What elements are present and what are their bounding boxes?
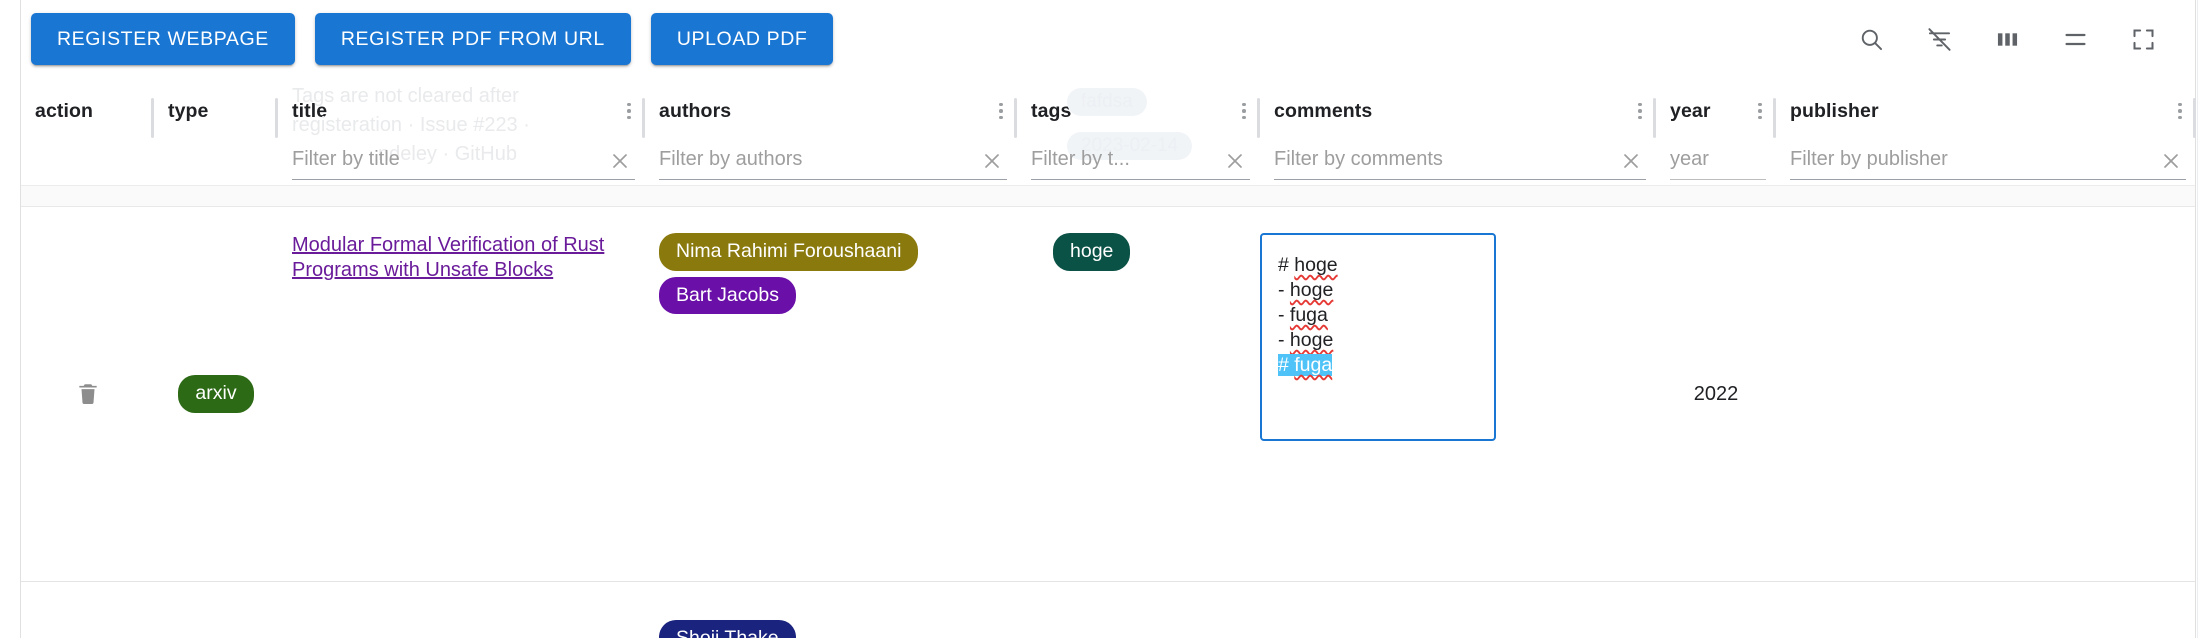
year-value: 2022 [1693, 382, 1739, 405]
cell-action [21, 207, 154, 581]
cell-title: Modular Formal Verification of Rust Prog… [278, 207, 645, 581]
comment-line: # hoge [1278, 254, 1338, 276]
clear-filter-title-icon[interactable] [605, 146, 635, 176]
register-webpage-button[interactable]: REGISTER WEBPAGE [31, 13, 295, 65]
column-header-comments: comments [1260, 78, 1656, 185]
grid-body: arxiv Modular Formal Verification of Rus… [21, 207, 2195, 638]
column-menu-year[interactable] [1750, 102, 1770, 120]
column-label-authors: authors [659, 99, 732, 122]
author-chip[interactable]: Nima Rahimi Foroushaani [659, 233, 919, 271]
filter-input-tags[interactable] [1031, 148, 1220, 179]
column-header-title: Tags are not cleared after registeration… [278, 78, 645, 185]
type-chip[interactable]: arxiv [178, 375, 254, 413]
upload-pdf-button[interactable]: UPLOAD PDF [650, 13, 834, 65]
cell-comments: # hoge - hoge - fuga - hoge # fuga [1260, 207, 1656, 581]
toolbar-actions: REGISTER WEBPAGE REGISTER PDF FROM URL U… [26, 13, 834, 65]
column-label-action: action [35, 99, 94, 122]
column-label-tags: tags [1031, 99, 1072, 122]
grid-right-edge [2197, 0, 2198, 638]
cell-publisher [1776, 207, 2195, 581]
cell-type [154, 582, 278, 638]
cell-year: 2022 [1656, 207, 1776, 581]
authors-chip-list: Shoji Thake [659, 620, 796, 638]
column-menu-tags[interactable] [1234, 102, 1254, 120]
filter-input-comments[interactable] [1274, 148, 1616, 179]
author-chip[interactable]: Shoji Thake [659, 620, 796, 638]
comment-line: - hoge [1278, 329, 1334, 351]
cell-authors: Shoji Thake [645, 582, 1017, 638]
column-header-year: year [1656, 78, 1776, 185]
author-chip[interactable]: Bart Jacobs [659, 276, 796, 314]
column-label-type: type [168, 99, 209, 122]
clear-filter-tags-icon[interactable] [1220, 146, 1250, 176]
title-link[interactable]: Modular Formal Verification of Rust Prog… [292, 233, 631, 283]
column-header-type: type [154, 78, 278, 185]
cell-title [278, 582, 645, 638]
comment-word: hoge [1289, 279, 1334, 301]
column-label-publisher: publisher [1790, 99, 1879, 122]
comment-word: fuga [1294, 354, 1333, 376]
trash-icon[interactable] [68, 374, 108, 414]
comment-line: - fuga [1278, 304, 1328, 326]
column-label-title: title [292, 99, 328, 122]
search-icon[interactable] [1851, 19, 1891, 59]
clear-filter-authors-icon[interactable] [977, 146, 1007, 176]
columns-icon[interactable] [1987, 19, 2027, 59]
cell-tags: hoge [1017, 207, 1260, 581]
column-menu-title[interactable] [619, 102, 639, 120]
column-menu-authors[interactable] [991, 102, 1011, 120]
data-grid-frame: REGISTER WEBPAGE REGISTER PDF FROM URL U… [20, 0, 2198, 638]
table-row[interactable]: arxiv Modular Formal Verification of Rus… [21, 207, 2195, 582]
clear-filter-comments-icon[interactable] [1616, 146, 1646, 176]
cell-publisher [1776, 582, 2195, 638]
authors-chip-list: Nima Rahimi Foroushaani Bart Jacobs [659, 233, 919, 314]
register-pdf-from-url-button[interactable]: REGISTER PDF FROM URL [314, 13, 631, 65]
fullscreen-icon[interactable] [2123, 19, 2163, 59]
cell-year [1656, 582, 1776, 638]
column-resizer-publisher[interactable] [2193, 98, 2196, 138]
toolbar-tools [1851, 19, 2185, 59]
comments-textarea[interactable]: # hoge - hoge - fuga - hoge # fuga [1260, 233, 1496, 441]
column-header-action: action [21, 78, 154, 185]
table-row[interactable]: Shoji Thake [21, 582, 2195, 638]
filter-input-publisher[interactable] [1790, 148, 2156, 179]
column-header-authors: authors [645, 78, 1017, 185]
cell-comments [1260, 582, 1656, 638]
column-header-publisher: publisher [1776, 78, 2196, 185]
tag-chip[interactable]: hoge [1053, 233, 1131, 271]
filter-input-title[interactable] [292, 148, 605, 179]
comment-line: - hoge [1278, 279, 1334, 301]
cell-type: arxiv [154, 207, 278, 581]
comment-word: hoge [1289, 329, 1334, 351]
density-icon[interactable] [2055, 19, 2095, 59]
column-label-year: year [1670, 99, 1711, 122]
comment-line-selected: # fuga [1278, 354, 1333, 376]
grid-toolbar: REGISTER WEBPAGE REGISTER PDF FROM URL U… [21, 0, 2195, 78]
cell-action [21, 582, 154, 638]
comment-word: hoge [1294, 254, 1338, 276]
filter-input-authors[interactable] [659, 148, 977, 179]
column-menu-publisher[interactable] [2170, 102, 2190, 120]
comment-word: fuga [1289, 304, 1328, 326]
column-header-tags: fafdsa 2023-02-14 tags [1017, 78, 1260, 185]
header-separator [21, 185, 2195, 207]
filter-off-icon[interactable] [1919, 19, 1959, 59]
filter-input-year[interactable] [1670, 148, 1766, 179]
clear-filter-publisher-icon[interactable] [2156, 146, 2186, 176]
cell-tags [1017, 582, 1260, 638]
column-label-comments: comments [1274, 99, 1373, 122]
column-menu-comments[interactable] [1630, 102, 1650, 120]
grid-header-row: action type Tags are not cleared after r… [21, 78, 2196, 185]
data-grid-app: REGISTER WEBPAGE REGISTER PDF FROM URL U… [0, 0, 2211, 638]
tags-chip-list: hoge [1053, 233, 1131, 271]
cell-authors: Nima Rahimi Foroushaani Bart Jacobs [645, 207, 1017, 581]
